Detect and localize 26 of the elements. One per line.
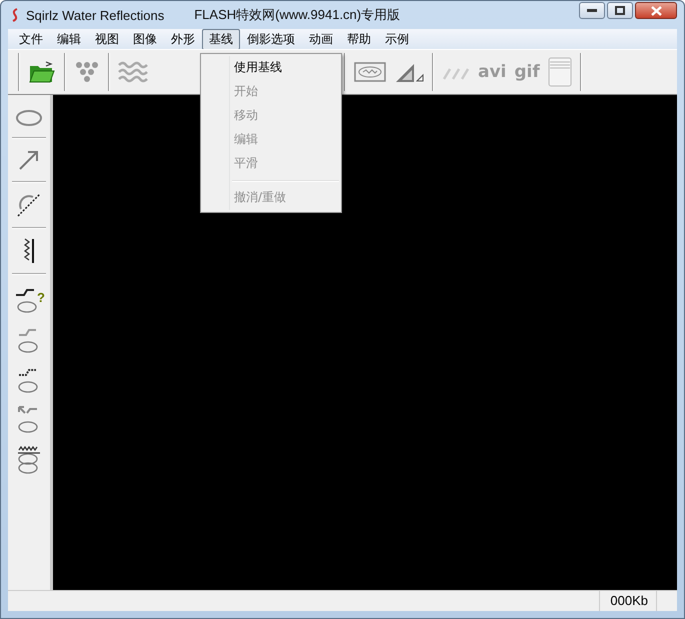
menu-item[interactable]: 图像: [126, 28, 164, 50]
window-title: Sqirlz Water Reflections: [26, 8, 164, 22]
app-icon: [10, 8, 20, 22]
menu-item[interactable]: 文件: [12, 28, 50, 50]
menu-item[interactable]: 外形: [164, 28, 202, 50]
window-subtitle: FLASH特效网(www.9941.cn)专用版: [194, 6, 400, 24]
folder-icon[interactable]: [28, 60, 56, 84]
maximize-icon: [615, 6, 625, 15]
close-icon: [650, 6, 662, 16]
help-mark[interactable]: ?: [37, 291, 45, 304]
maximize-button[interactable]: [607, 2, 633, 19]
dropdown-item[interactable]: 使用基线: [201, 56, 341, 80]
menu-item[interactable]: 帮助: [340, 28, 378, 50]
close-button[interactable]: [635, 2, 677, 19]
minimize-button[interactable]: [579, 2, 605, 19]
menu-item[interactable]: 基线: [202, 28, 240, 50]
menu-item[interactable]: 视图: [88, 28, 126, 50]
menu-item[interactable]: 编辑: [50, 28, 88, 50]
minimize-icon: [587, 8, 597, 12]
file-size-text: 000Kb: [599, 591, 657, 611]
image-frame-icon[interactable]: [354, 62, 386, 82]
menu-item[interactable]: 动画: [302, 28, 340, 50]
menu-item[interactable]: 示例: [378, 28, 416, 50]
dots-icon[interactable]: [74, 60, 100, 84]
ellipse-icon[interactable]: [15, 107, 43, 129]
menu-item[interactable]: 倒影选项: [240, 28, 302, 50]
